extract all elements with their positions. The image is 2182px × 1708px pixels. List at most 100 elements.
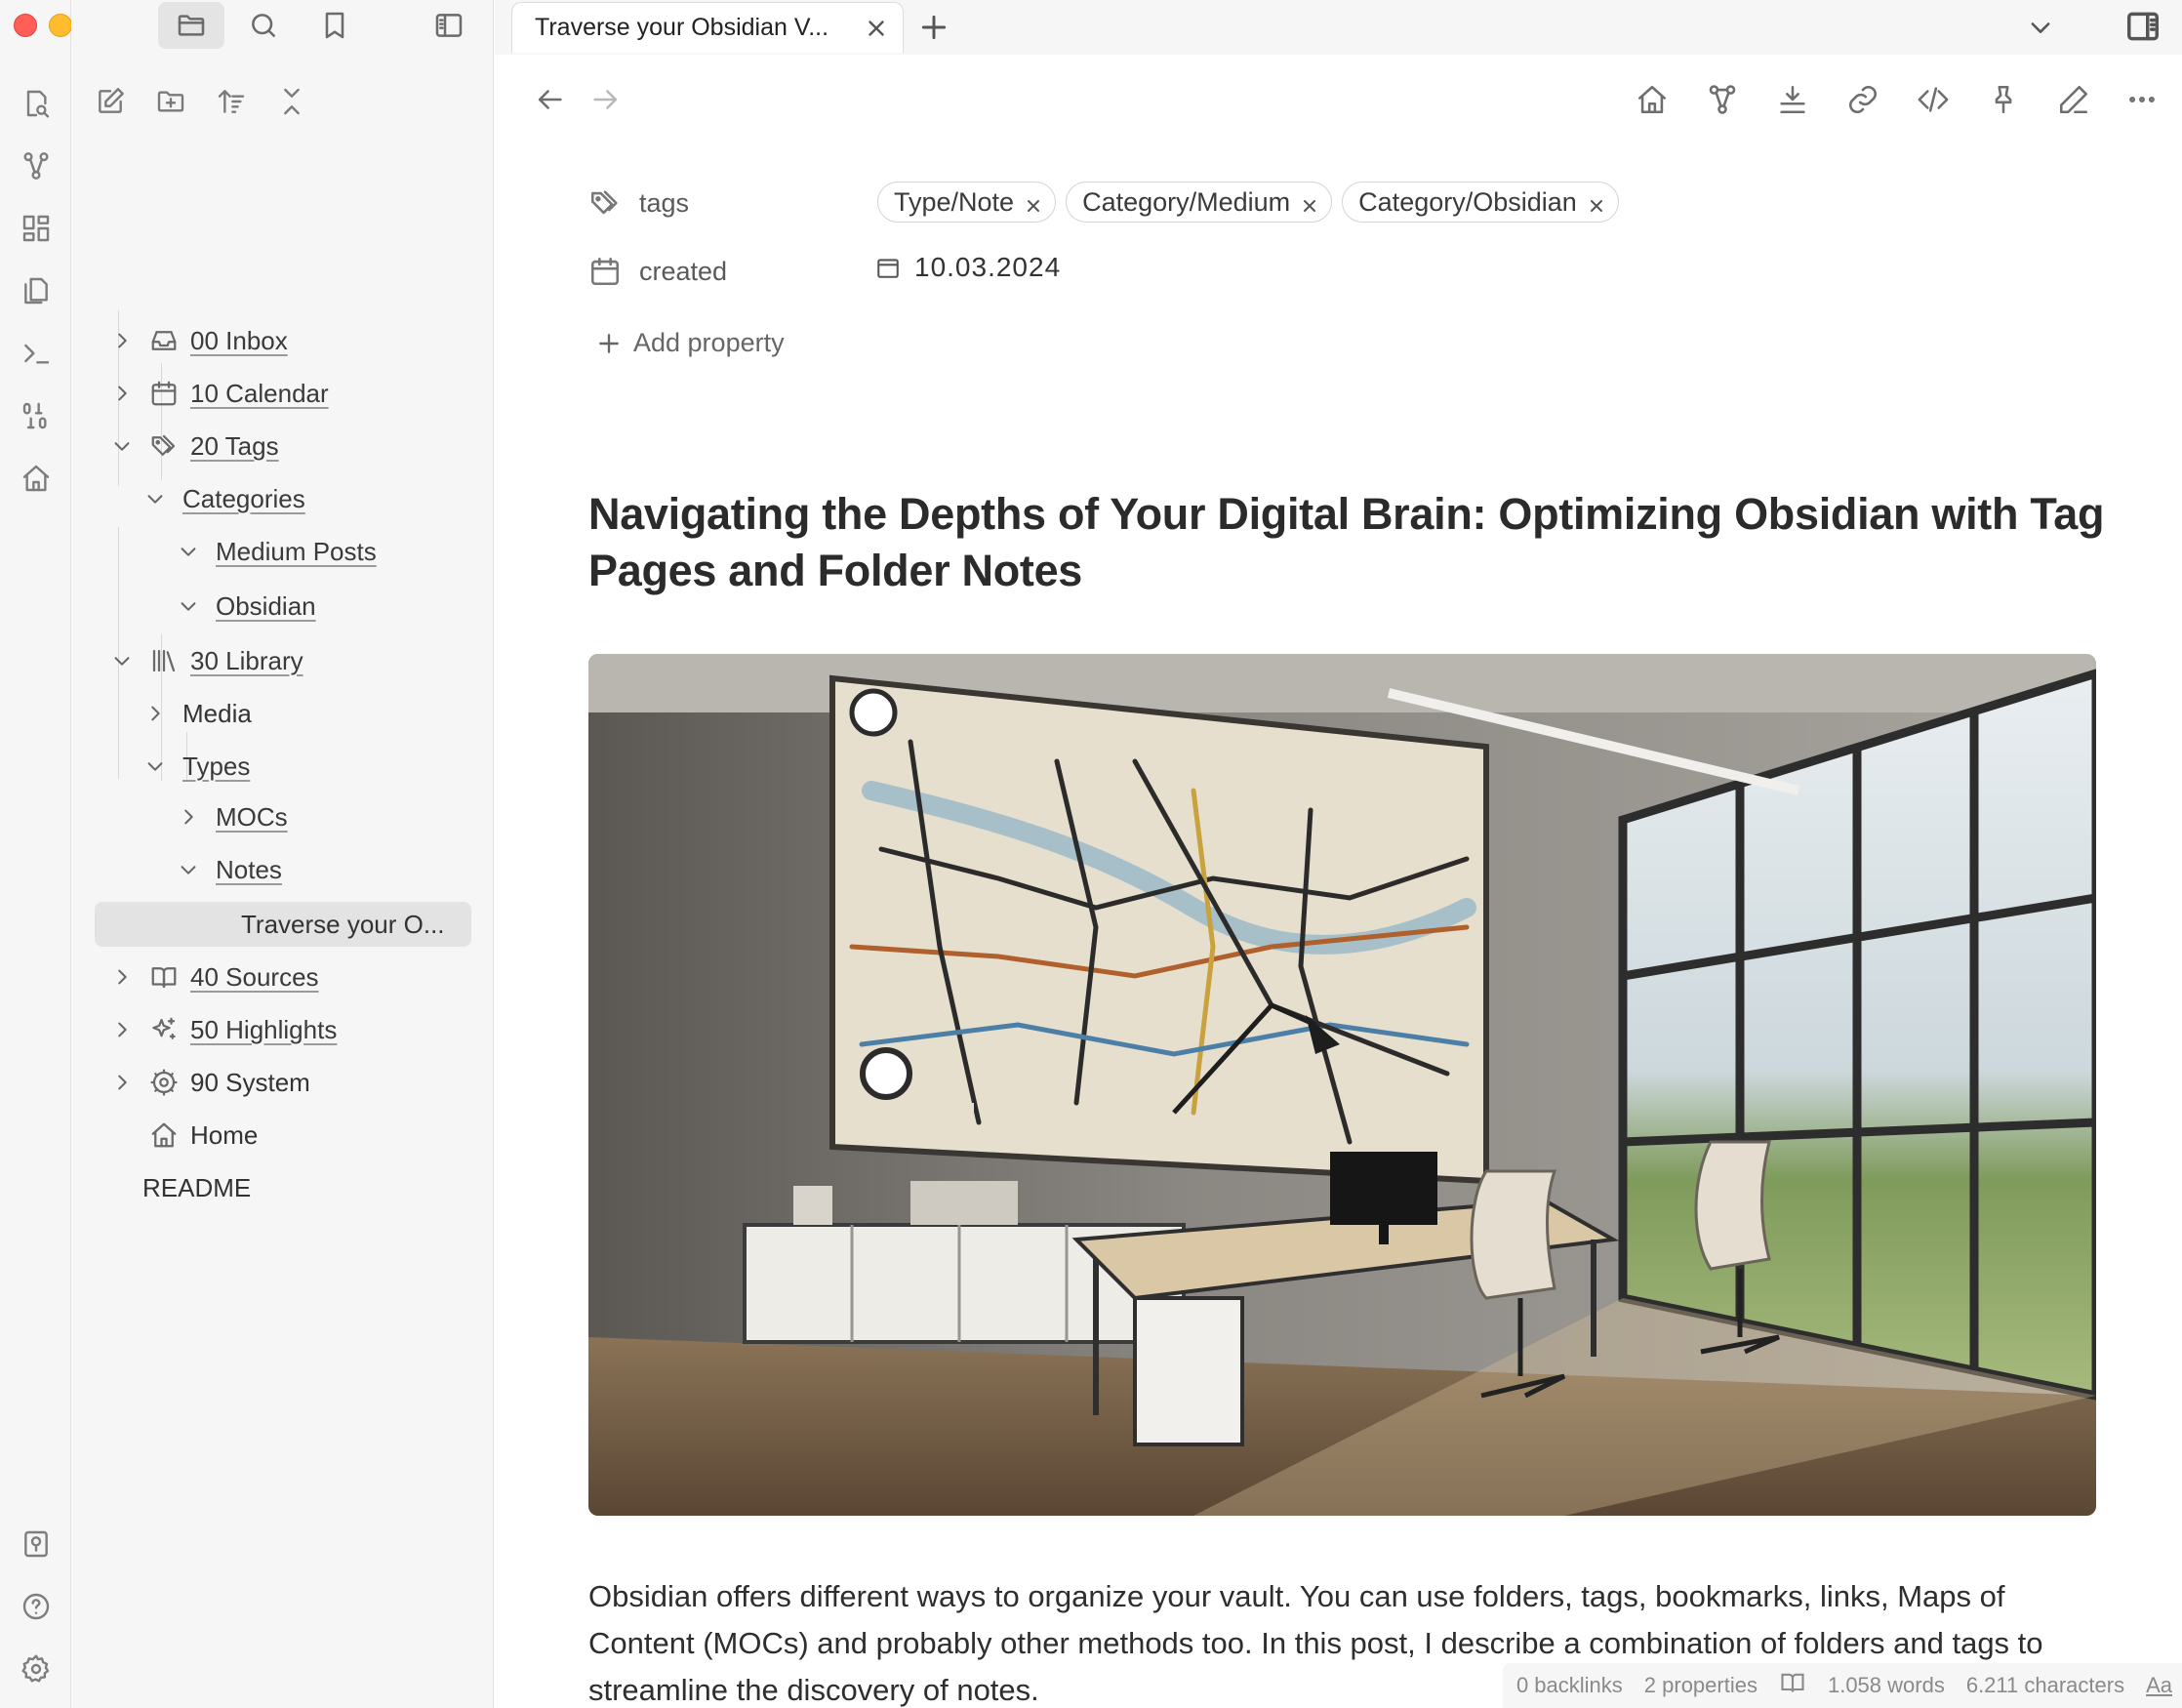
chevron-right-icon[interactable] <box>175 803 202 831</box>
chevron-down-icon[interactable] <box>175 592 202 620</box>
tree-item-medium-posts[interactable]: Medium Posts <box>175 529 377 574</box>
back-arrow-icon[interactable] <box>530 80 569 119</box>
collapse-all-icon[interactable] <box>272 82 311 121</box>
tree-item-00-inbox[interactable]: 00 Inbox <box>108 318 288 363</box>
close-tab-icon[interactable] <box>864 16 889 41</box>
command-palette-icon[interactable] <box>17 334 56 373</box>
tree-item-readme[interactable]: README <box>142 1165 251 1210</box>
backlinks-count[interactable]: 0 backlinks <box>1516 1673 1623 1698</box>
graph-view-icon[interactable] <box>17 146 56 185</box>
tree-item-mocs[interactable]: MOCs <box>175 794 288 839</box>
tag-pill[interactable]: Category/Medium <box>1066 182 1333 223</box>
tag-label: Category/Medium <box>1082 186 1291 217</box>
tag-pill[interactable]: Type/Note <box>877 182 1057 223</box>
property-tags[interactable]: tags <box>588 179 689 227</box>
tab-list-chevron-down-icon[interactable] <box>2027 14 2054 41</box>
sort-icon[interactable] <box>212 82 251 121</box>
tree-item-40-sources[interactable]: 40 Sources <box>108 955 319 999</box>
tree-item-obsidian[interactable]: Obsidian <box>175 584 316 629</box>
tree-item-50-highlights[interactable]: 50 Highlights <box>108 1007 337 1052</box>
code-icon[interactable] <box>1914 80 1953 119</box>
tree-item-label: 50 Highlights <box>190 1014 338 1044</box>
sidebar-toggle-icon[interactable] <box>416 2 482 49</box>
tree-item-label: Types <box>182 751 251 781</box>
chevron-down-icon[interactable] <box>108 432 136 460</box>
close-window-button[interactable] <box>14 14 37 37</box>
pin-icon[interactable] <box>1984 80 2023 119</box>
vault-switcher-icon[interactable] <box>17 1525 56 1564</box>
font-size-button[interactable]: Aa <box>2146 1673 2172 1698</box>
new-tab-plus-icon[interactable] <box>918 12 950 43</box>
chevron-right-icon[interactable] <box>108 963 136 991</box>
home-icon[interactable] <box>1633 80 1672 119</box>
files-tab-folder-icon[interactable] <box>158 2 224 49</box>
home-icon[interactable] <box>17 459 56 498</box>
binary-icon[interactable] <box>17 396 56 435</box>
chevron-right-icon[interactable] <box>141 700 169 727</box>
local-graph-icon[interactable] <box>1703 80 1742 119</box>
remove-tag-icon[interactable] <box>1024 192 1043 212</box>
minimize-window-button[interactable] <box>49 14 72 37</box>
quick-switcher-icon[interactable] <box>17 84 56 123</box>
calendar-icon <box>588 254 624 289</box>
search-icon[interactable] <box>230 2 297 49</box>
reading-view-book-icon[interactable] <box>1779 1669 1806 1702</box>
tree-item-90-system[interactable]: 90 System <box>108 1060 310 1105</box>
chevron-down-icon[interactable] <box>175 856 202 883</box>
properties-count[interactable]: 2 properties <box>1644 1673 1758 1698</box>
more-options-icon[interactable] <box>2122 80 2162 119</box>
new-folder-icon[interactable] <box>151 82 190 121</box>
templates-icon[interactable] <box>17 271 56 310</box>
tree-item-label: Obsidian <box>216 590 316 621</box>
property-created[interactable]: created <box>588 247 727 296</box>
tree-item-home[interactable]: Home <box>149 1113 258 1158</box>
tree-item-label: Traverse your O... <box>241 909 445 939</box>
edit-pencil-icon[interactable] <box>2054 80 2093 119</box>
property-name: tags <box>639 187 690 218</box>
tree-item-label: Home <box>190 1119 259 1150</box>
chevron-down-icon[interactable] <box>141 485 169 512</box>
tree-item-media[interactable]: Media <box>141 691 252 736</box>
tree-item-notes[interactable]: Notes <box>175 847 282 892</box>
date-calendar-icon <box>877 259 899 278</box>
tree-item-10-calendar[interactable]: 10 Calendar <box>108 371 329 416</box>
tab-traverse-note[interactable]: Traverse your Obsidian V... <box>511 2 904 53</box>
remove-tag-icon[interactable] <box>1300 192 1319 212</box>
chevron-down-icon[interactable] <box>108 647 136 674</box>
new-note-icon[interactable] <box>91 82 130 121</box>
tree-item-traverse-note-selected[interactable]: Traverse your O... <box>95 902 471 947</box>
tree-item-label: 10 Calendar <box>190 378 329 408</box>
chevron-right-icon[interactable] <box>108 1069 136 1096</box>
link-icon[interactable] <box>1843 80 1882 119</box>
remove-tag-icon[interactable] <box>1587 192 1606 212</box>
canvas-icon[interactable] <box>17 209 56 248</box>
left-ribbon <box>0 0 107 1708</box>
tag-pill[interactable]: Category/Obsidian <box>1342 182 1619 223</box>
tree-item-categories[interactable]: Categories <box>141 476 305 521</box>
settings-gear-icon[interactable] <box>17 1649 56 1688</box>
tree-item-types[interactable]: Types <box>141 744 250 789</box>
fold-unfold-icon[interactable] <box>1773 80 1812 119</box>
chevron-right-icon[interactable] <box>108 380 136 407</box>
tag-pills: Type/Note Category/Medium Category/Obsid… <box>877 182 1619 223</box>
chevron-down-icon[interactable] <box>175 538 202 565</box>
add-property-button[interactable]: Add property <box>596 328 785 358</box>
chevron-down-icon[interactable] <box>141 752 169 780</box>
chevron-right-icon[interactable] <box>108 327 136 354</box>
note-hero-image[interactable] <box>588 654 2096 1516</box>
tree-item-label: README <box>142 1172 252 1202</box>
tree-item-30-library[interactable]: 30 Library <box>108 638 303 683</box>
bookmark-icon[interactable] <box>302 2 368 49</box>
right-sidebar-toggle-icon[interactable] <box>2124 8 2162 45</box>
created-date-field[interactable]: 10.03.2024 <box>875 252 1061 283</box>
word-count: 1.058 words <box>1827 1673 1945 1697</box>
chevron-right-icon[interactable] <box>108 1016 136 1043</box>
book-icon <box>149 960 182 994</box>
gear-icon <box>149 1066 182 1099</box>
forward-arrow-icon[interactable] <box>586 80 626 119</box>
tags-icon <box>588 185 624 221</box>
tree-item-label: Media <box>182 698 252 728</box>
tree-item-20-tags[interactable]: 20 Tags <box>108 424 279 468</box>
editor-pane: Traverse your Obsidian V... tags Type/No… <box>495 0 2182 1708</box>
help-icon[interactable] <box>17 1587 56 1626</box>
